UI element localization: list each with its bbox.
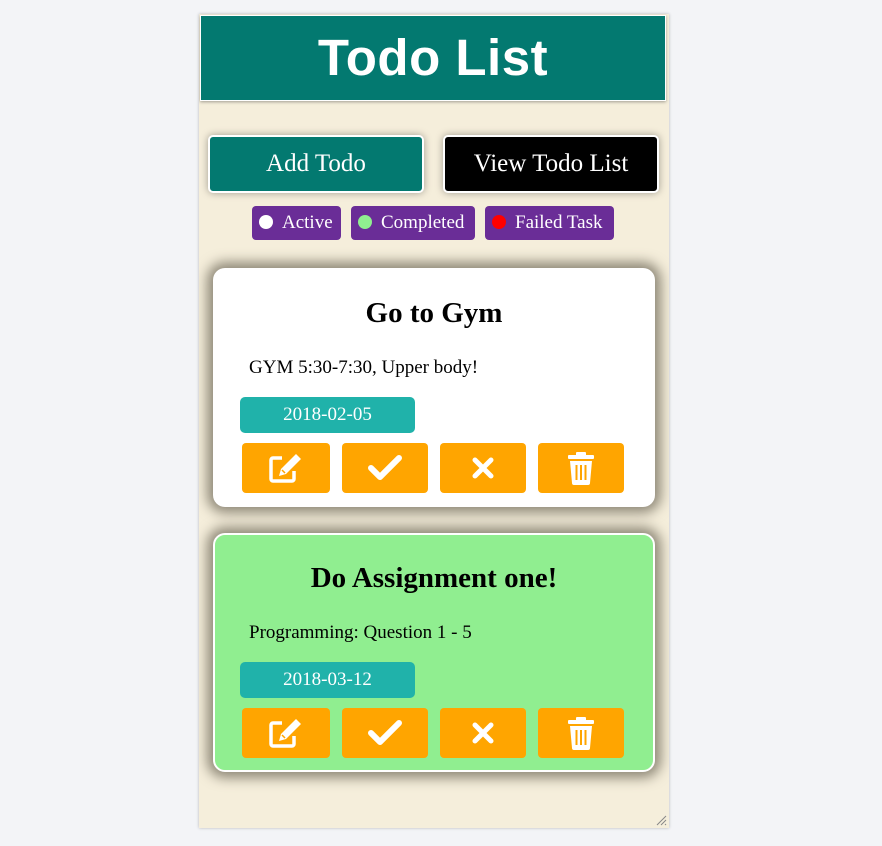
check-icon <box>368 720 402 745</box>
edit-button[interactable] <box>242 708 330 758</box>
legend-label: Completed <box>381 212 465 233</box>
failed-dot-icon <box>492 215 506 229</box>
todo-date-badge: 2018-03-12 <box>240 662 415 698</box>
todo-date-badge: 2018-02-05 <box>240 397 415 433</box>
completed-dot-icon <box>358 215 372 229</box>
todo-description: GYM 5:30-7:30, Upper body! <box>249 357 479 378</box>
todo-card: Do Assignment one! Programming: Question… <box>213 533 655 772</box>
todo-actions <box>242 708 626 758</box>
fail-button[interactable] <box>440 443 526 493</box>
delete-button[interactable] <box>538 708 624 758</box>
view-todo-list-button[interactable]: View Todo List <box>443 135 659 193</box>
legend-failed: Failed Task <box>485 206 614 240</box>
edit-icon <box>269 719 301 748</box>
todo-card: Go to Gym GYM 5:30-7:30, Upper body! 201… <box>213 268 655 507</box>
legend-label: Active <box>282 212 333 233</box>
todo-title: Do Assignment one! <box>310 562 558 594</box>
x-icon <box>472 722 494 744</box>
todo-actions <box>242 443 626 493</box>
legend-label: Failed Task <box>515 212 603 233</box>
trash-icon <box>568 452 594 485</box>
legend-active: Active <box>252 206 341 240</box>
add-todo-button[interactable]: Add Todo <box>208 135 424 193</box>
legend-completed: Completed <box>351 206 475 240</box>
delete-button[interactable] <box>538 443 624 493</box>
x-icon <box>472 457 494 479</box>
resize-grip-icon[interactable] <box>655 814 667 826</box>
todo-title: Go to Gym <box>365 297 503 329</box>
complete-button[interactable] <box>342 708 428 758</box>
edit-icon <box>269 454 301 483</box>
trash-icon <box>568 717 594 750</box>
complete-button[interactable] <box>342 443 428 493</box>
check-icon <box>368 455 402 480</box>
edit-button[interactable] <box>242 443 330 493</box>
active-dot-icon <box>259 215 273 229</box>
page-title: Todo List <box>317 29 549 86</box>
todo-app: Todo List Add Todo View Todo List Active… <box>199 14 669 828</box>
todo-description: Programming: Question 1 - 5 <box>249 622 472 643</box>
fail-button[interactable] <box>440 708 526 758</box>
app-header: Todo List <box>200 15 666 101</box>
